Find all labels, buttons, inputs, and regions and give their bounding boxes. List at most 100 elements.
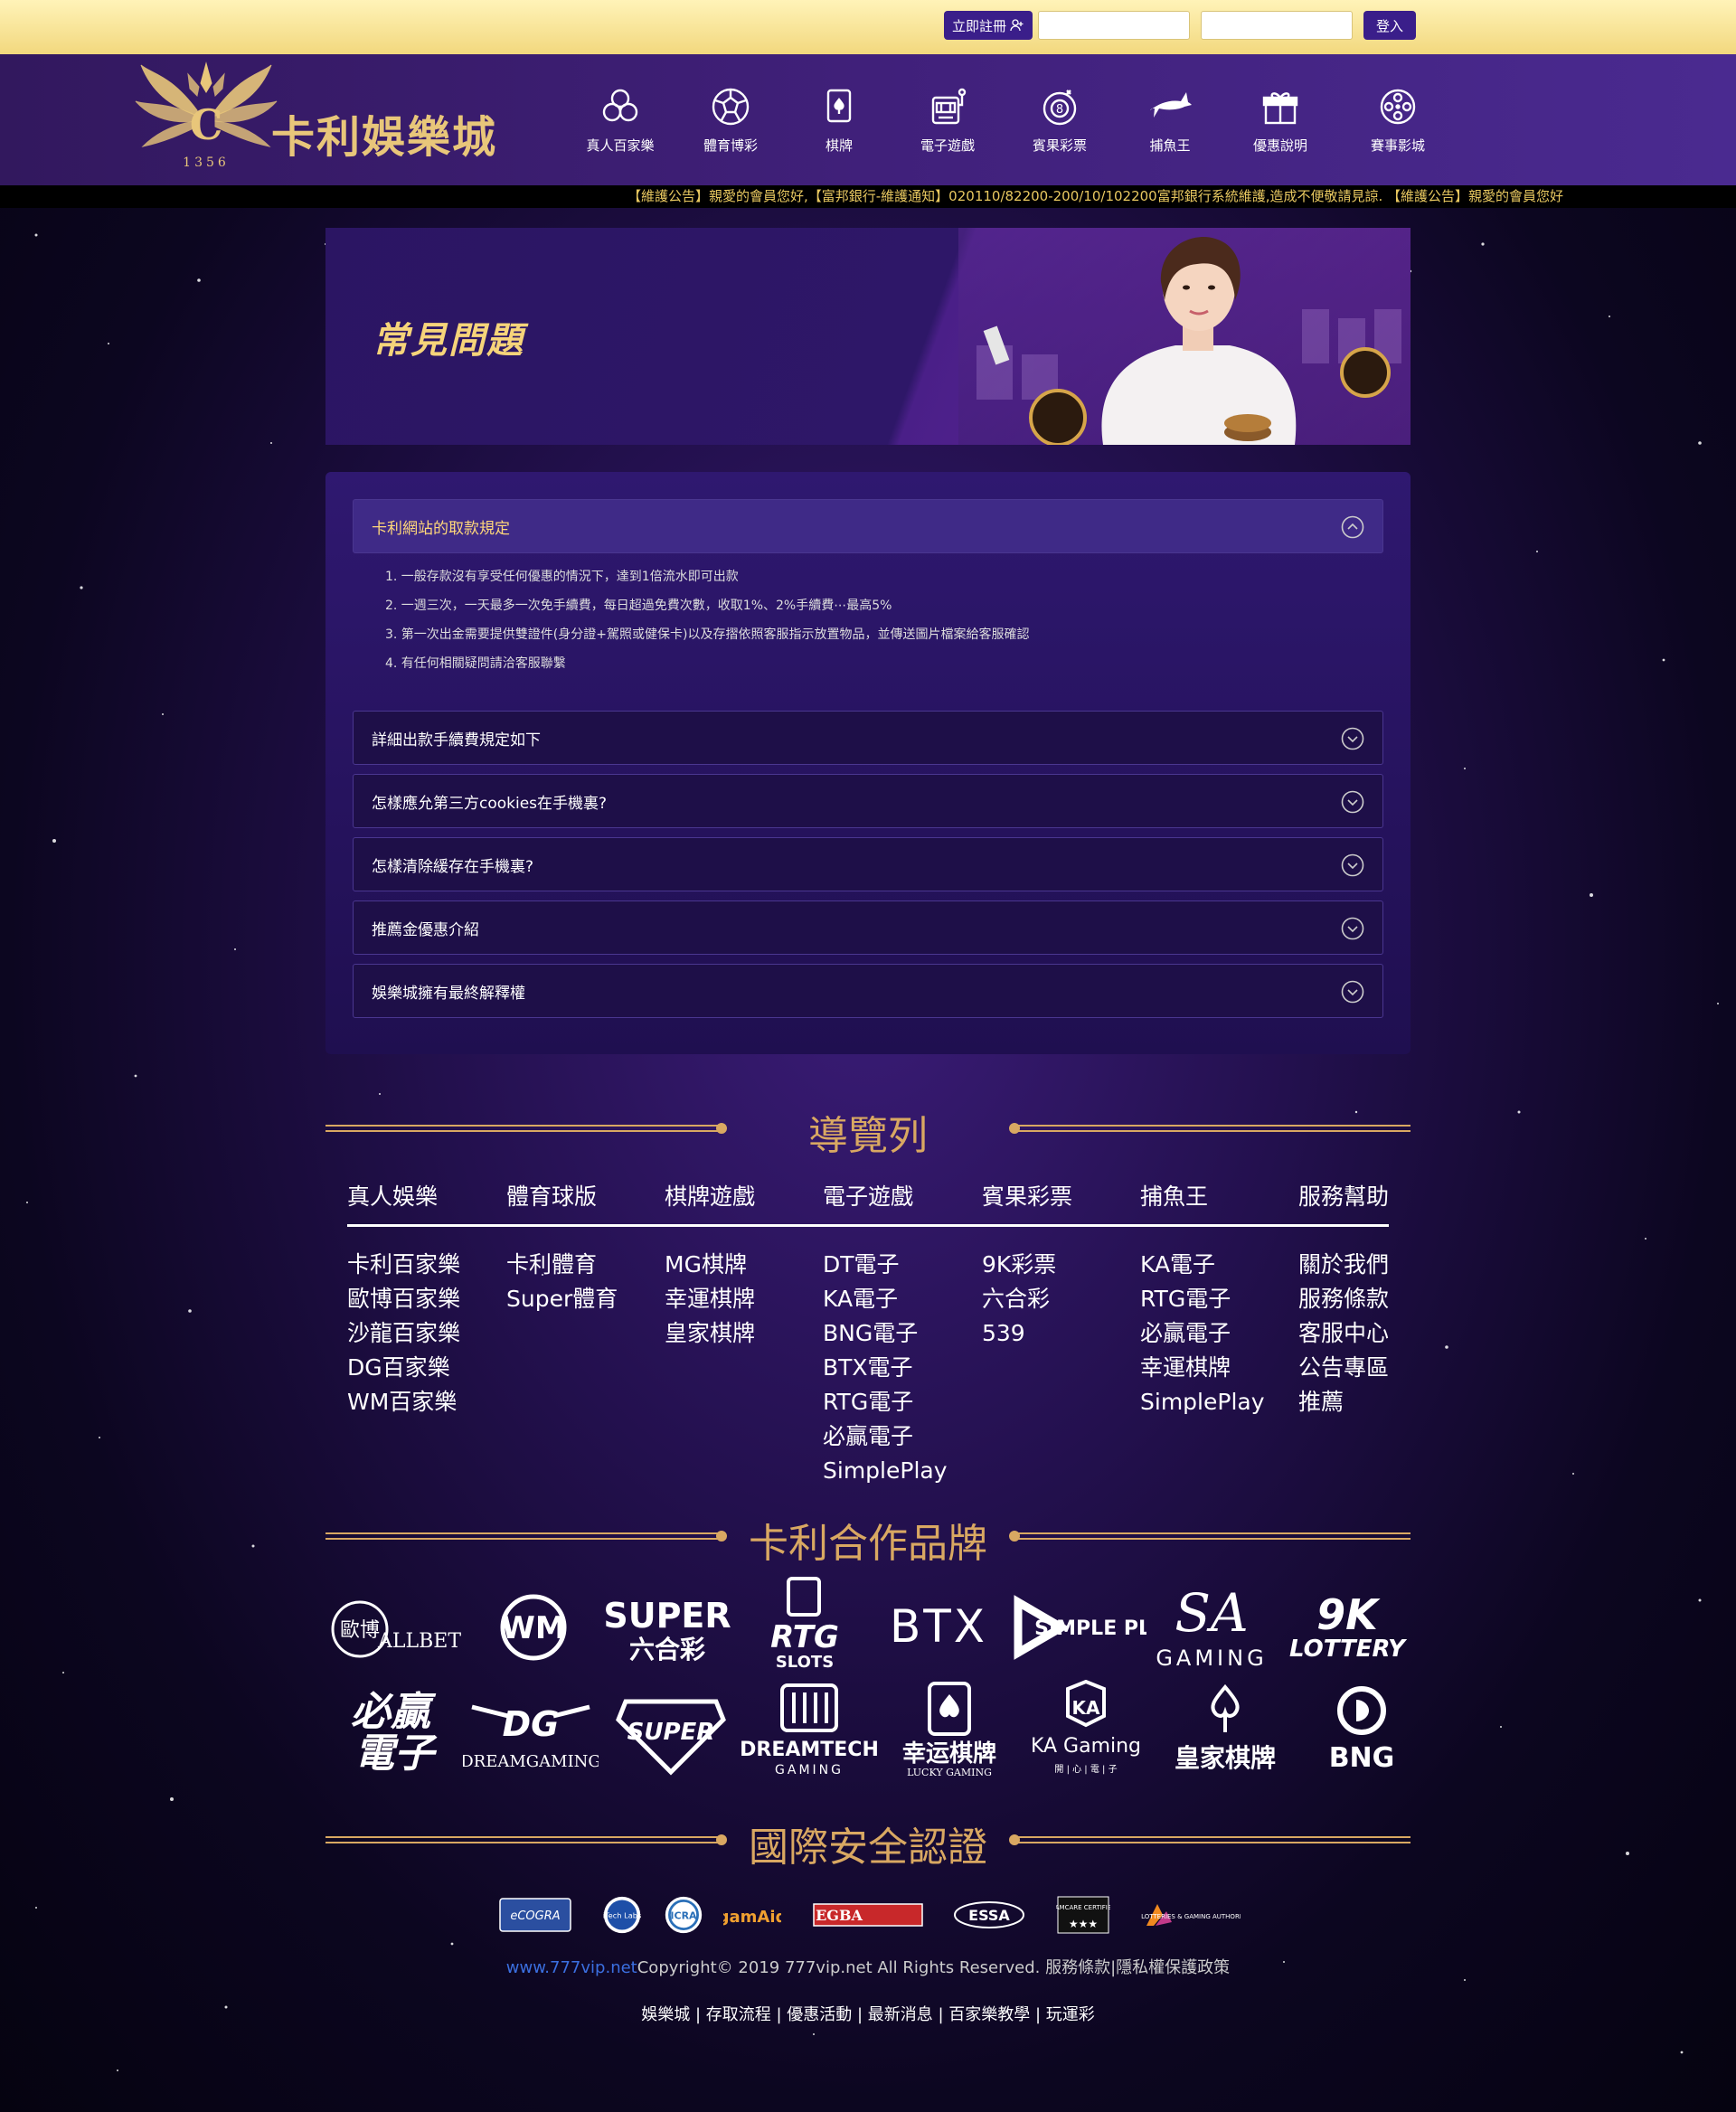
sitemap-link[interactable]: SimplePlay bbox=[1140, 1385, 1285, 1419]
sitemap-link[interactable]: 服務條款 bbox=[1298, 1282, 1443, 1316]
brand-glyph: GAMING bbox=[775, 1763, 844, 1777]
sitemap-link[interactable]: 必贏電子 bbox=[1140, 1316, 1285, 1351]
dreamtech-logo-icon[interactable]: DREAMTECH GAMING bbox=[741, 1680, 877, 1779]
partners-title: 卡利合作品牌 bbox=[749, 1521, 987, 1567]
nav-item-sports[interactable]: 體育博彩 bbox=[685, 87, 776, 168]
sitemap-link[interactable]: BTX電子 bbox=[823, 1351, 967, 1385]
brand-name[interactable]: 卡利娛樂城 bbox=[271, 101, 497, 165]
simpleplay-logo-icon[interactable]: SIMPLE PLAY bbox=[1011, 1582, 1146, 1673]
announcement-marquee[interactable]: 【維護公告】親愛的會員您好,【富邦銀行-維護通知】020110/82200-20… bbox=[0, 185, 1736, 208]
sitemap-link[interactable]: 539 bbox=[982, 1316, 1127, 1351]
sitemap-link[interactable]: 必贏電子 bbox=[823, 1419, 967, 1454]
bng-logo-icon[interactable]: BNG bbox=[1298, 1680, 1425, 1779]
nav-item-cinema[interactable]: 賽事影城 bbox=[1353, 87, 1443, 168]
sitemap-link[interactable]: 關於我們 bbox=[1298, 1248, 1443, 1282]
faq-item-header[interactable]: 怎樣清除緩存在手機裏? bbox=[353, 837, 1383, 891]
sitemap-link[interactable]: SimplePlay bbox=[823, 1454, 967, 1488]
sitemap-link[interactable]: DT電子 bbox=[823, 1248, 967, 1282]
top-bar: 立即註冊 登入 bbox=[0, 0, 1736, 54]
sitemap-title: 導覽列 bbox=[808, 1113, 928, 1159]
wm-logo-icon[interactable]: WM bbox=[470, 1582, 597, 1673]
sitemap-link[interactable]: MG棋牌 bbox=[665, 1248, 809, 1282]
brand-glyph: 開 | 心 | 電 | 子 bbox=[1054, 1764, 1117, 1775]
brand-name: KA Gaming bbox=[1031, 1735, 1141, 1758]
sitemap-link[interactable]: 六合彩 bbox=[982, 1282, 1127, 1316]
lottery-ball-icon: 8 bbox=[1043, 90, 1077, 126]
banner-model-image bbox=[958, 228, 1410, 445]
sitemap-link[interactable]: WM百家樂 bbox=[347, 1385, 492, 1419]
brand-name: 皇家棋牌 bbox=[1175, 1743, 1276, 1773]
nav-label: 棋牌 bbox=[825, 137, 853, 154]
ka-gaming-logo-icon[interactable]: KA KA Gaming 開 | 心 | 電 | 子 bbox=[1018, 1680, 1154, 1779]
sitemap-link[interactable]: 卡利百家樂 bbox=[347, 1248, 492, 1282]
svg-text:LOTTERIES & GAMING AUTHORITY M: LOTTERIES & GAMING AUTHORITY MALTA bbox=[1141, 1913, 1241, 1920]
nav-item-lottery[interactable]: 8 賓果彩票 bbox=[1014, 87, 1105, 168]
sitemap-link[interactable]: 公告專區 bbox=[1298, 1351, 1443, 1385]
nav-label: 真人百家樂 bbox=[586, 137, 655, 154]
gamcare-badge-icon: GAMCARE CERTIFIED ★★★ bbox=[1056, 1896, 1110, 1934]
sitemap-link[interactable]: KA電子 bbox=[1140, 1248, 1285, 1282]
sitemap-link[interactable]: 9K彩票 bbox=[982, 1248, 1127, 1282]
btx-logo-icon[interactable]: BTX bbox=[875, 1582, 1002, 1673]
login-button[interactable]: 登入 bbox=[1363, 11, 1416, 40]
bibet-logo-icon[interactable]: 必贏 電子 bbox=[335, 1680, 461, 1779]
super-lottery-logo-icon[interactable]: SUPER 六合彩 bbox=[604, 1582, 731, 1673]
faq-item-header[interactable]: 卡利網站的取款規定 bbox=[353, 499, 1383, 553]
chevron-down-icon bbox=[1341, 980, 1364, 1004]
register-button[interactable]: 立即註冊 bbox=[944, 11, 1033, 40]
sitemap-link[interactable]: 卡利體育 bbox=[506, 1248, 651, 1282]
sa-gaming-logo-icon[interactable]: SA GAMING bbox=[1148, 1573, 1275, 1673]
royal-chess-logo-icon[interactable]: 皇家棋牌 bbox=[1157, 1680, 1293, 1779]
allbet-logo-icon[interactable]: 歐博 ALLBET bbox=[326, 1582, 470, 1673]
chevron-up-icon bbox=[1341, 515, 1364, 539]
rtg-slots-logo-icon[interactable]: RTG SLOTS bbox=[741, 1573, 868, 1673]
sitemap-link[interactable]: BNG電子 bbox=[823, 1316, 967, 1351]
svg-text:ESSA: ESSA bbox=[968, 1907, 1010, 1924]
9k-lottery-logo-icon[interactable]: 9K LOTTERY bbox=[1284, 1582, 1410, 1673]
nav-item-promotions[interactable]: 優惠說明 bbox=[1235, 87, 1326, 168]
svg-text:gamAid: gamAid bbox=[723, 1908, 781, 1927]
sitemap-link[interactable]: 沙龍百家樂 bbox=[347, 1316, 492, 1351]
sitemap-link[interactable]: 皇家棋牌 bbox=[665, 1316, 809, 1351]
super-sports-logo-icon[interactable]: SUPER bbox=[608, 1689, 734, 1779]
sitemap-link[interactable]: 推薦 bbox=[1298, 1385, 1443, 1419]
brand-name: DREAMTECH bbox=[741, 1739, 877, 1761]
nav-item-baccarat[interactable]: 真人百家樂 bbox=[575, 87, 665, 168]
sitemap-column-head: 真人娛樂 bbox=[347, 1183, 439, 1210]
brand-glyph: LUCKY GAMING bbox=[907, 1767, 992, 1778]
faq-item-header[interactable]: 怎樣應允第三方cookies在手機裏? bbox=[353, 774, 1383, 828]
brand-name: SA bbox=[1175, 1582, 1249, 1644]
sitemap-link[interactable]: 幸運棋牌 bbox=[1140, 1351, 1285, 1385]
sitemap-link[interactable]: 歐博百家樂 bbox=[347, 1282, 492, 1316]
svg-text:iTech Labs: iTech Labs bbox=[603, 1911, 642, 1920]
password-input[interactable] bbox=[1201, 11, 1353, 40]
lucky-gaming-logo-icon[interactable]: 幸运棋牌 LUCKY GAMING bbox=[886, 1680, 1013, 1779]
malta-gaming-badge-icon: LOTTERIES & GAMING AUTHORITY MALTA bbox=[1141, 1904, 1241, 1926]
sitemap-link[interactable]: KA電子 bbox=[823, 1282, 967, 1316]
footer-copyright-text[interactable]: Copyright© 2019 777vip.net All Rights Re… bbox=[637, 1958, 1230, 1977]
faq-item-header[interactable]: 詳細出款手續費規定如下 bbox=[353, 711, 1383, 765]
footer-site-link[interactable]: www.777vip.net bbox=[506, 1958, 637, 1977]
nav-label: 體育博彩 bbox=[703, 137, 758, 154]
page-title: 常見問題 bbox=[373, 320, 524, 362]
main-nav: 真人百家樂 體育博彩 棋牌 電子遊戲 8 賓果彩票 捕魚王 優惠說明 賽事影城 bbox=[575, 87, 1443, 168]
faq-item-header[interactable]: 娛樂城擁有最終解釋權 bbox=[353, 964, 1383, 1018]
sitemap-link[interactable]: DG百家樂 bbox=[347, 1351, 492, 1385]
brand-glyph: SLOTS bbox=[776, 1653, 834, 1672]
sitemap-link[interactable]: RTG電子 bbox=[1140, 1282, 1285, 1316]
sitemap-link[interactable]: 客服中心 bbox=[1298, 1316, 1443, 1351]
gift-icon bbox=[1262, 92, 1298, 125]
sitemap-link[interactable]: RTG電子 bbox=[823, 1385, 967, 1419]
sitemap-link[interactable]: 幸運棋牌 bbox=[665, 1282, 809, 1316]
sitemap-column-head: 捕魚王 bbox=[1140, 1183, 1209, 1210]
faq-item-header[interactable]: 推薦金優惠介紹 bbox=[353, 900, 1383, 955]
footer-links[interactable]: 娛樂城 | 存取流程 | 優惠活動 | 最新消息 | 百家樂教學 | 玩運彩 bbox=[0, 2002, 1736, 2025]
dreamgaming-logo-icon[interactable]: DG DREAMGAMING bbox=[463, 1680, 599, 1779]
nav-item-slots[interactable]: 電子遊戲 bbox=[902, 87, 993, 168]
nav-item-chess-cards[interactable]: 棋牌 bbox=[794, 87, 884, 168]
brand-glyph: 六合彩 bbox=[629, 1635, 705, 1664]
nav-item-fishing[interactable]: 捕魚王 bbox=[1125, 87, 1215, 168]
sitemap-link[interactable]: Super體育 bbox=[506, 1282, 651, 1316]
account-input[interactable] bbox=[1038, 11, 1190, 40]
brand-name: SUPER bbox=[627, 1719, 715, 1746]
